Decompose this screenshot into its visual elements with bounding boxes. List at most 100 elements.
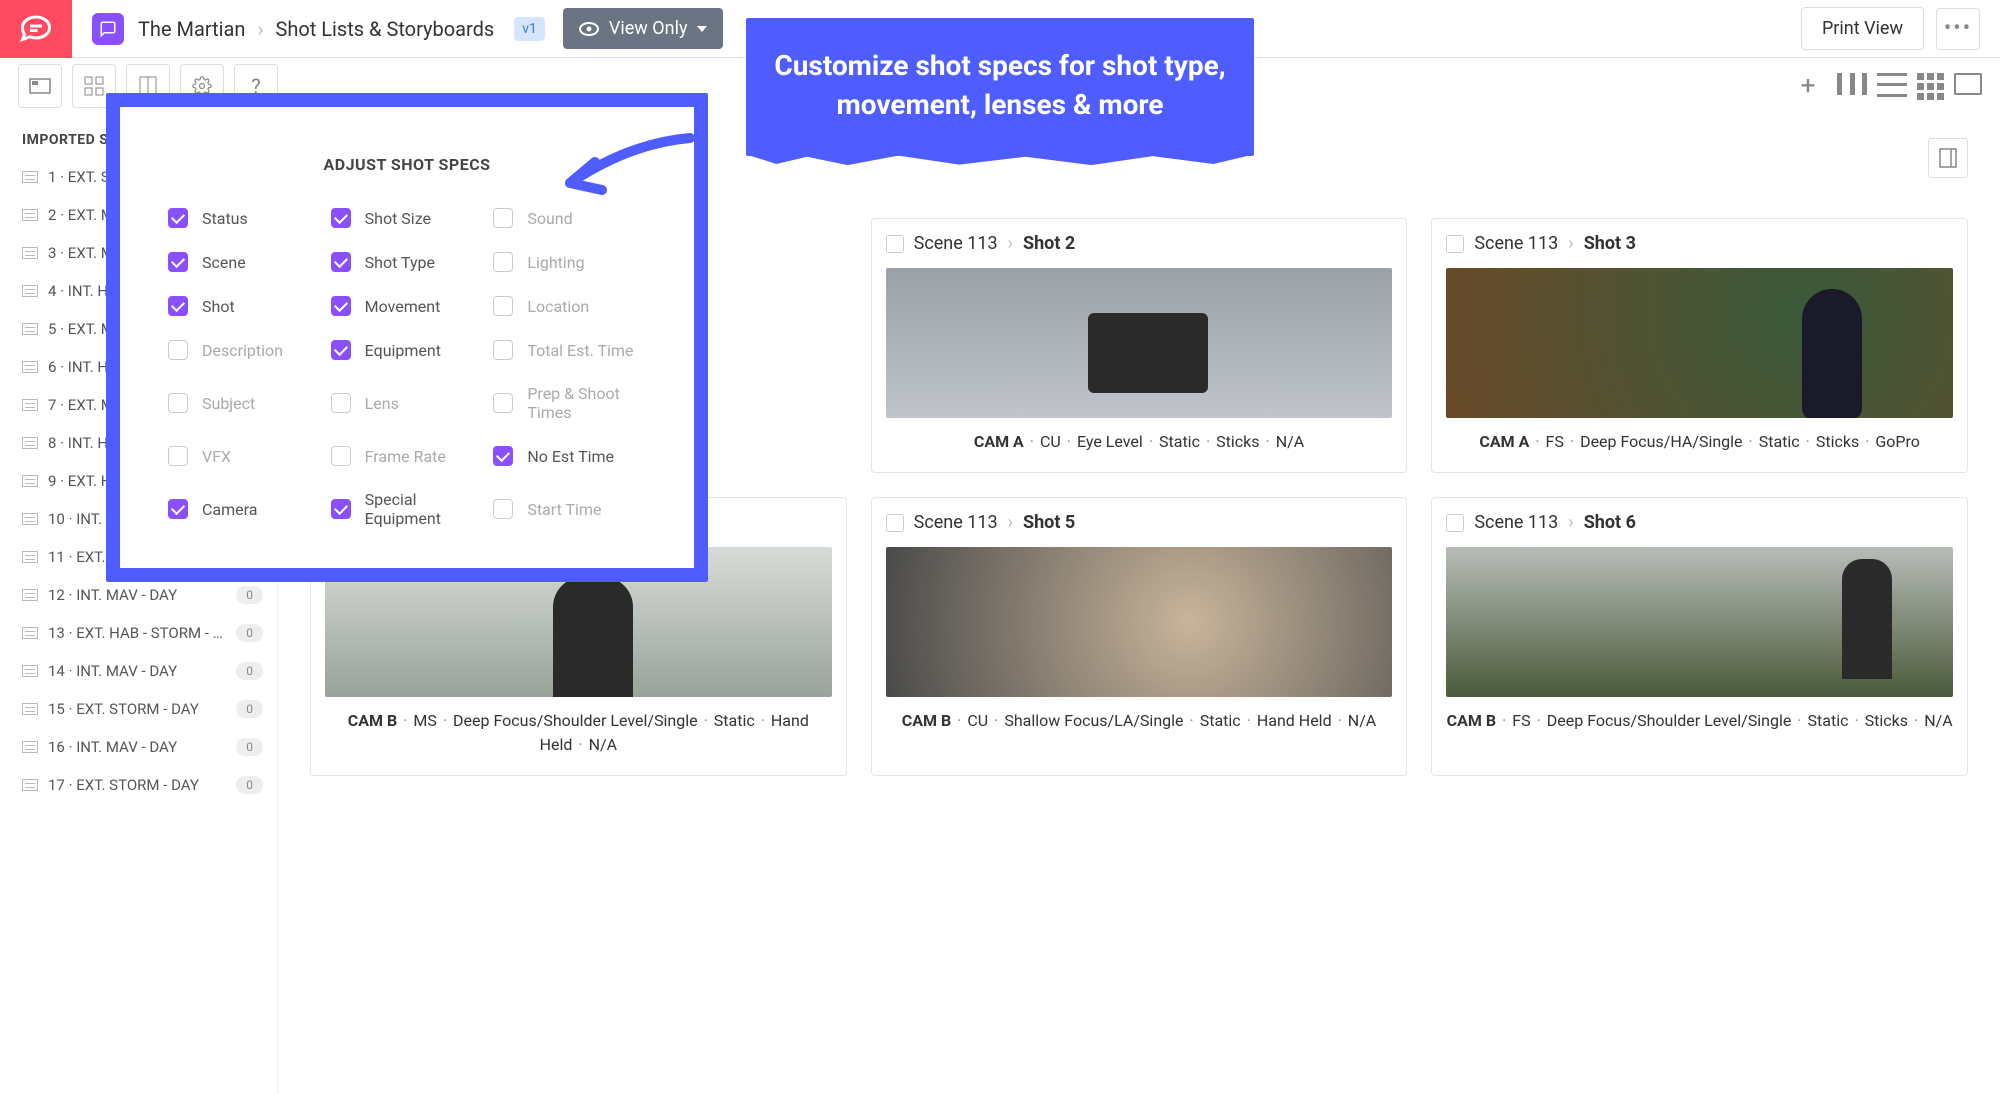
spec-option-label: Sound: [527, 209, 572, 228]
spec-option[interactable]: Shot Type: [331, 252, 484, 272]
scene-icon: [22, 475, 38, 487]
shot-checkbox[interactable]: [1446, 514, 1464, 532]
shot-specs-text: CAM A·FS·Deep Focus/HA/Single·Static·Sti…: [1446, 430, 1953, 454]
sidebar-scene-item[interactable]: 14 · INT. MAV - DAY 0: [0, 652, 277, 690]
spec-option[interactable]: Camera: [168, 490, 321, 528]
spec-option-label: Description: [202, 341, 283, 360]
spec-option[interactable]: Frame Rate: [331, 446, 484, 466]
shot-card[interactable]: Scene 113 › Shot 6 CAM B·FS·Deep Focus/S…: [1431, 497, 1968, 776]
shot-thumbnail[interactable]: [886, 547, 1393, 697]
add-button[interactable]: +: [1793, 71, 1823, 101]
shot-specs-text: CAM A·CU·Eye Level·Static·Sticks·N/A: [886, 430, 1393, 454]
shot-scene-label: Scene 113: [914, 233, 998, 254]
fields-toggle-button[interactable]: [1928, 138, 1968, 178]
shot-card[interactable]: Scene 113 › Shot 5 CAM B·CU·Shallow Focu…: [871, 497, 1408, 776]
shot-thumbnail[interactable]: [1446, 268, 1953, 418]
shot-card[interactable]: Scene 113 › Shot 3 CAM A·FS·Deep Focus/H…: [1431, 218, 1968, 473]
list-view-icon[interactable]: [1837, 73, 1867, 97]
shot-scene-label: Scene 113: [1474, 233, 1558, 254]
spec-option[interactable]: Shot: [168, 296, 321, 316]
spec-option[interactable]: Subject: [168, 384, 321, 422]
chevron-right-icon: ›: [257, 17, 263, 41]
spec-option[interactable]: Shot Size: [331, 208, 484, 228]
spec-option-label: Frame Rate: [365, 447, 446, 466]
chevron-down-icon: [697, 26, 707, 32]
checkbox-icon: [168, 446, 188, 466]
scene-icon: [22, 589, 38, 601]
shot-name-label: Shot 2: [1023, 233, 1075, 254]
spec-option[interactable]: Description: [168, 340, 321, 360]
spec-option-label: Movement: [365, 297, 441, 316]
version-badge[interactable]: v1: [514, 17, 545, 41]
app-logo[interactable]: [0, 0, 72, 58]
shot-thumbnail[interactable]: [1446, 547, 1953, 697]
spec-option[interactable]: VFX: [168, 446, 321, 466]
rows-view-icon[interactable]: [1877, 73, 1907, 97]
shot-scene-label: Scene 113: [914, 512, 998, 533]
shot-thumbnail[interactable]: [886, 268, 1393, 418]
grid-view-icon[interactable]: [1917, 73, 1944, 100]
sidebar-scene-item[interactable]: 15 · EXT. STORM - DAY 0: [0, 690, 277, 728]
spec-option[interactable]: Location: [493, 296, 646, 316]
more-menu-button[interactable]: •••: [1936, 8, 1980, 50]
checkbox-icon: [331, 340, 351, 360]
scene-label: 16 · INT. MAV - DAY: [48, 738, 226, 756]
shot-name-label: Shot 5: [1023, 512, 1075, 533]
checkbox-icon: [168, 393, 188, 413]
spec-option-label: Equipment: [365, 341, 441, 360]
sidebar-scene-item[interactable]: 16 · INT. MAV - DAY 0: [0, 728, 277, 766]
view-mode-dropdown[interactable]: View Only: [563, 8, 724, 49]
spec-option[interactable]: Start Time: [493, 490, 646, 528]
scene-count-badge: 0: [236, 586, 263, 604]
spec-option[interactable]: Prep & Shoot Times: [493, 384, 646, 422]
spec-option-label: Location: [527, 297, 589, 316]
spec-option-label: Status: [202, 209, 248, 228]
checkbox-icon: [493, 340, 513, 360]
scene-label: 12 · INT. MAV - DAY: [48, 586, 226, 604]
scene-icon: [22, 323, 38, 335]
sidebar-scene-item[interactable]: 17 · EXT. STORM - DAY 0: [0, 766, 277, 804]
scene-count-badge: 0: [236, 624, 263, 642]
spec-option[interactable]: Equipment: [331, 340, 484, 360]
checkbox-icon: [493, 393, 513, 413]
spec-option-label: Start Time: [527, 500, 601, 519]
print-view-button[interactable]: Print View: [1801, 7, 1924, 50]
shot-checkbox[interactable]: [886, 235, 904, 253]
spec-option[interactable]: No Est Time: [493, 446, 646, 466]
spec-option[interactable]: Lighting: [493, 252, 646, 272]
scene-icon: [22, 779, 38, 791]
chevron-right-icon: ›: [1008, 512, 1013, 533]
spec-option-label: Camera: [202, 500, 257, 519]
spec-option[interactable]: Special Equipment: [331, 490, 484, 528]
breadcrumb-section[interactable]: Shot Lists & Storyboards: [275, 17, 494, 41]
breadcrumb-project[interactable]: The Martian: [138, 17, 245, 41]
aspect-tool-button[interactable]: [18, 64, 62, 108]
scene-icon: [22, 703, 38, 715]
shot-card[interactable]: Scene 113 › Shot 2 CAM A·CU·Eye Level·St…: [871, 218, 1408, 473]
shot-checkbox[interactable]: [1446, 235, 1464, 253]
checkbox-icon: [493, 446, 513, 466]
present-view-icon[interactable]: [1954, 73, 1982, 95]
spec-option[interactable]: Scene: [168, 252, 321, 272]
scene-icon: [22, 399, 38, 411]
spec-option-label: Special Equipment: [365, 490, 484, 528]
checkbox-icon: [331, 499, 351, 519]
shot-checkbox[interactable]: [886, 514, 904, 532]
project-icon[interactable]: [92, 13, 124, 45]
checkbox-icon: [168, 340, 188, 360]
spec-option-label: Subject: [202, 394, 255, 413]
shot-specs-text: CAM B·CU·Shallow Focus/LA/Single·Static·…: [886, 709, 1393, 733]
spec-option-label: Scene: [202, 253, 246, 272]
sidebar-scene-item[interactable]: 13 · EXT. HAB - STORM - DAY 0: [0, 614, 277, 652]
checkbox-icon: [331, 446, 351, 466]
spec-option-label: Lens: [365, 394, 399, 413]
spec-option[interactable]: Status: [168, 208, 321, 228]
shot-specs-text: CAM B·MS·Deep Focus/Shoulder Level/Singl…: [325, 709, 832, 757]
spec-option[interactable]: Sound: [493, 208, 646, 228]
spec-option[interactable]: Lens: [331, 384, 484, 422]
checkbox-icon: [331, 208, 351, 228]
spec-option[interactable]: Total Est. Time: [493, 340, 646, 360]
scene-icon: [22, 361, 38, 373]
spec-option[interactable]: Movement: [331, 296, 484, 316]
scene-label: 13 · EXT. HAB - STORM - DAY: [48, 624, 226, 642]
